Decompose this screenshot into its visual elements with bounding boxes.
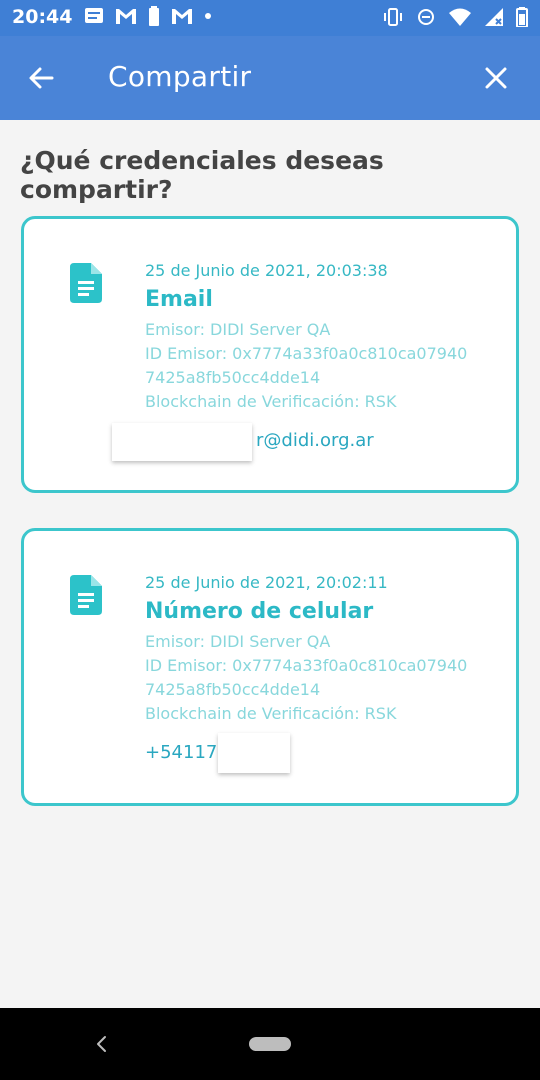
system-icons bbox=[382, 7, 528, 27]
wifi-icon bbox=[449, 8, 471, 26]
credential-date: 25 de Junio de 2021, 20:03:38 bbox=[145, 261, 388, 280]
credential-issuer: Emisor: DIDI Server QA bbox=[145, 632, 331, 651]
gmail-icon bbox=[172, 9, 192, 24]
page-title: Compartir bbox=[108, 60, 252, 93]
dot-icon bbox=[205, 13, 211, 19]
credential-value: r@didi.org.ar bbox=[256, 430, 374, 451]
home-pill-icon[interactable] bbox=[249, 1037, 291, 1051]
credential-issuer-id-cont: 7425a8fb50cc4dde14 bbox=[145, 368, 321, 387]
credential-value: +541173 bbox=[145, 742, 229, 763]
credential-issuer: Emisor: DIDI Server QA bbox=[145, 320, 331, 339]
credential-issuer-id: ID Emisor: 0x7774a33f0a0c810ca07940 bbox=[145, 656, 468, 675]
battery-icon bbox=[516, 7, 528, 27]
redaction-box bbox=[112, 423, 252, 461]
credential-date: 25 de Junio de 2021, 20:02:11 bbox=[145, 573, 388, 592]
notification-icons bbox=[84, 6, 212, 26]
arrow-left-icon[interactable] bbox=[26, 62, 58, 94]
system-nav-bar bbox=[0, 1008, 540, 1080]
share-question: ¿Qué credenciales deseas compartir? bbox=[20, 146, 384, 204]
document-icon bbox=[70, 263, 102, 303]
chevron-left-icon[interactable] bbox=[92, 1032, 112, 1056]
credential-name: Número de celular bbox=[145, 599, 374, 624]
document-icon bbox=[70, 575, 102, 615]
signal-icon bbox=[485, 8, 503, 26]
message-icon bbox=[85, 8, 103, 23]
credential-issuer-id: ID Emisor: 0x7774a33f0a0c810ca07940 bbox=[145, 344, 468, 363]
redaction-box bbox=[218, 733, 290, 773]
gmail-icon bbox=[116, 9, 136, 24]
credential-blockchain: Blockchain de Verificación: RSK bbox=[145, 704, 397, 723]
credential-card-phone[interactable]: 25 de Junio de 2021, 20:02:11 Número de … bbox=[21, 528, 519, 806]
cast-icon bbox=[418, 9, 434, 25]
credential-issuer-id-cont: 7425a8fb50cc4dde14 bbox=[145, 680, 321, 699]
app-bar: Compartir bbox=[0, 36, 540, 120]
status-time: 20:44 bbox=[12, 6, 73, 28]
credential-card-email[interactable]: 25 de Junio de 2021, 20:03:38 Email Emis… bbox=[21, 216, 519, 493]
credential-name: Email bbox=[145, 287, 213, 312]
battery-saver-icon bbox=[149, 6, 159, 26]
status-bar: 20:44 bbox=[0, 0, 540, 36]
vibrate-icon bbox=[384, 8, 402, 26]
credential-blockchain: Blockchain de Verificación: RSK bbox=[145, 392, 397, 411]
close-icon[interactable] bbox=[480, 62, 512, 94]
